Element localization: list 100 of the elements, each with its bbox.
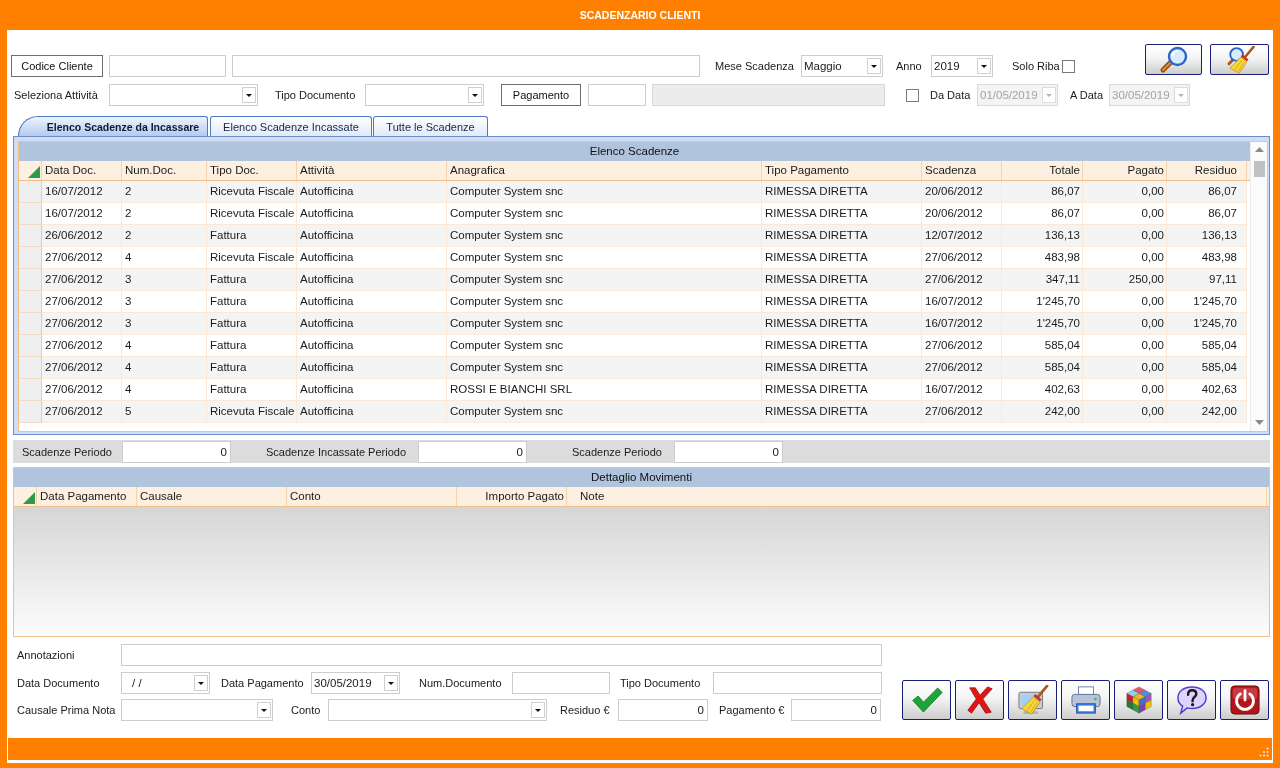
table-cell: Computer System snc <box>447 181 762 203</box>
checkbox[interactable] <box>906 88 919 102</box>
payment-button[interactable]: Pagamento <box>501 84 581 106</box>
table-cell: 347,11 <box>1002 269 1083 291</box>
table-cell: RIMESSA DIRETTA <box>762 357 922 379</box>
row-selector[interactable] <box>19 357 42 379</box>
confirm-button[interactable] <box>902 680 951 720</box>
caret-icon[interactable] <box>194 675 208 691</box>
text-field[interactable]: 0 <box>618 699 708 721</box>
table-cell: 4 <box>122 247 207 269</box>
table-cell: 0,00 <box>1083 401 1167 423</box>
text-field[interactable]: 0 <box>418 440 527 463</box>
text-field[interactable] <box>121 644 882 666</box>
cube-button[interactable] <box>1114 680 1163 720</box>
tab[interactable]: Tutte le Scadenze <box>373 116 488 136</box>
clear-search-button[interactable] <box>1210 44 1269 75</box>
window-title: SCADENZARIO CLIENTI <box>579 9 701 21</box>
print-button[interactable] <box>1061 680 1110 720</box>
search-button[interactable] <box>1145 44 1202 75</box>
column-header[interactable]: Attività <box>297 161 447 180</box>
column-header[interactable]: Anagrafica <box>447 161 762 180</box>
caret-icon[interactable] <box>531 702 545 718</box>
cancel-button[interactable] <box>955 680 1004 720</box>
column-header[interactable]: Totale <box>1002 161 1083 180</box>
column-header[interactable]: Data Pagamento <box>37 487 137 506</box>
column-header[interactable]: Num.Doc. <box>122 161 207 180</box>
power-icon <box>1228 685 1261 715</box>
scrollbar[interactable] <box>1250 142 1267 431</box>
column-header[interactable]: Importo Pagato <box>457 487 567 506</box>
column-header[interactable]: Tipo Doc. <box>207 161 297 180</box>
caret-icon[interactable] <box>977 58 991 74</box>
text-field[interactable] <box>713 672 882 694</box>
dropdown-field[interactable]: Maggio <box>801 55 883 77</box>
row-selector[interactable] <box>19 269 42 291</box>
resize-grip-icon[interactable] <box>1259 747 1269 757</box>
table-cell: 27/06/2012 <box>42 313 122 335</box>
row-selector[interactable] <box>19 181 42 203</box>
caret-icon[interactable] <box>384 675 398 691</box>
table-cell: 16/07/2012 <box>42 181 122 203</box>
row-selector[interactable] <box>19 225 42 247</box>
table-cell: 585,04 <box>1002 357 1083 379</box>
caret-icon[interactable] <box>468 87 482 103</box>
column-header[interactable]: Tipo Pagamento <box>762 161 922 180</box>
table-cell: Autofficina <box>297 203 447 225</box>
text-field[interactable]: 0 <box>674 440 783 463</box>
scroll-down-icon[interactable] <box>1254 420 1264 425</box>
dropdown-field[interactable] <box>121 699 273 721</box>
caret-icon[interactable] <box>867 58 881 74</box>
text-field[interactable]: 0 <box>122 440 231 463</box>
table-cell: Ricevuta Fiscale <box>207 203 297 225</box>
column-header[interactable]: Note <box>567 487 1267 506</box>
dropdown-field[interactable] <box>328 699 547 721</box>
field-label: Scadenze Periodo <box>22 445 112 458</box>
date-field[interactable]: / / <box>121 672 210 694</box>
customer-code-button[interactable]: Codice Cliente <box>11 55 103 77</box>
tab[interactable]: Elenco Scadenze da Incassare <box>18 116 208 136</box>
row-selector[interactable] <box>19 379 42 401</box>
row-selector[interactable] <box>19 335 42 357</box>
dropdown-field[interactable] <box>365 84 484 106</box>
help-icon <box>1175 685 1208 715</box>
field-label: A Data <box>1070 89 1104 101</box>
checkbox[interactable] <box>1062 60 1075 73</box>
table-cell: 86,07 <box>1002 203 1083 225</box>
clean-button[interactable] <box>1008 680 1057 720</box>
table-cell: RIMESSA DIRETTA <box>762 181 922 203</box>
text-field[interactable] <box>512 672 610 694</box>
table-cell: Computer System snc <box>447 225 762 247</box>
table-cell: Ricevuta Fiscale <box>207 401 297 423</box>
column-header[interactable]: Scadenza <box>922 161 1002 180</box>
row-selector[interactable] <box>19 291 42 313</box>
scrollbar-thumb[interactable] <box>1253 161 1265 177</box>
column-header[interactable]: Pagato <box>1083 161 1167 180</box>
power-button[interactable] <box>1220 680 1269 720</box>
row-selector[interactable] <box>19 401 42 423</box>
tab[interactable]: Elenco Scadenze Incassate <box>210 116 372 136</box>
field-label: Scadenze Incassate Periodo <box>266 445 407 458</box>
text-field[interactable]: 0 <box>791 699 881 721</box>
row-selector[interactable] <box>19 313 42 335</box>
caret-icon[interactable] <box>242 87 256 103</box>
column-header[interactable]: Residuo <box>1167 161 1247 180</box>
row-selector[interactable] <box>19 203 42 225</box>
table-cell: 27/06/2012 <box>922 357 1002 379</box>
dropdown-field[interactable] <box>109 84 258 106</box>
help-button[interactable] <box>1167 680 1216 720</box>
table-cell: 136,13 <box>1002 225 1083 247</box>
table-cell: Computer System snc <box>447 291 762 313</box>
text-field[interactable] <box>588 84 646 106</box>
dropdown-field[interactable]: 2019 <box>931 55 993 77</box>
date-field[interactable]: 30/05/2019 <box>311 672 400 694</box>
column-header[interactable]: Conto <box>287 487 457 506</box>
caret-icon[interactable] <box>257 702 271 718</box>
scroll-up-icon[interactable] <box>1254 147 1264 152</box>
row-selector[interactable] <box>19 247 42 269</box>
text-field[interactable] <box>232 55 700 77</box>
table-cell: 402,63 <box>1167 379 1247 401</box>
column-header[interactable]: Causale <box>137 487 287 506</box>
text-field[interactable] <box>109 55 226 77</box>
column-header[interactable]: Data Doc. <box>42 161 122 180</box>
table-cell: 1'245,70 <box>1002 313 1083 335</box>
table-cell: Fattura <box>207 335 297 357</box>
